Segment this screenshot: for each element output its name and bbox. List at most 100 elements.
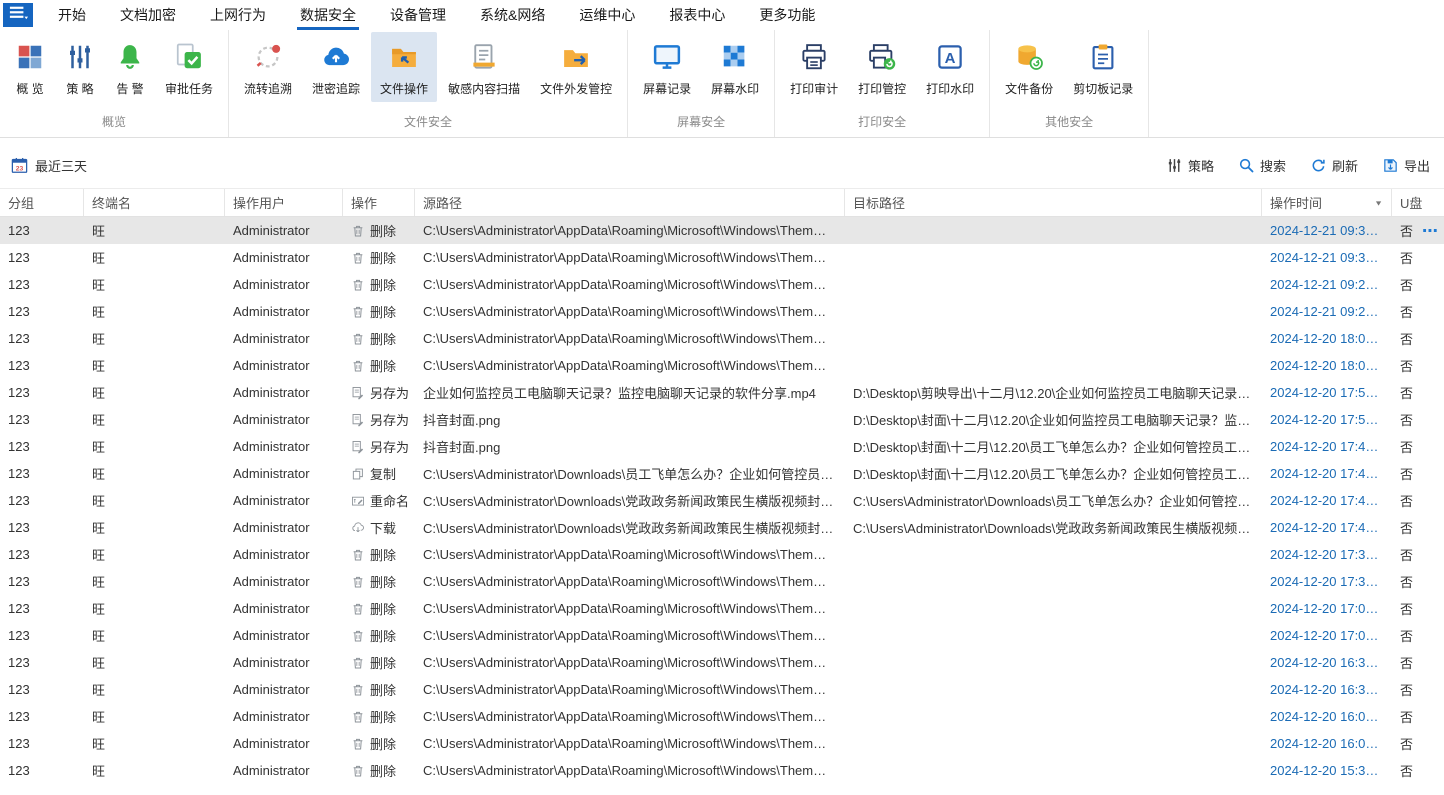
date-filter-button[interactable]: 23 最近三天 xyxy=(10,156,87,175)
ribbon-item-2-2[interactable]: 泄密追踪 xyxy=(303,32,369,102)
ribbon-item-3-1[interactable]: 屏幕记录 xyxy=(634,32,700,102)
ribbon-item-5-2[interactable]: 剪切板记录 xyxy=(1064,32,1142,102)
cell-action: 删除 xyxy=(343,626,415,645)
menu-tabs: 开始文档加密上网行为数据安全设备管理系统&网络运维中心报表中心更多功能 xyxy=(41,0,832,30)
cell-group: 123 xyxy=(0,439,84,454)
menu-tab-1[interactable]: 开始 xyxy=(41,0,103,30)
table-row[interactable]: 123旺Administrator删除C:\Users\Administrato… xyxy=(0,352,1444,379)
table-row[interactable]: 123旺Administrator删除C:\Users\Administrato… xyxy=(0,730,1444,757)
toolbar-action-3[interactable]: 刷新 xyxy=(1310,156,1358,175)
trash-icon xyxy=(351,224,365,238)
menu-tab-3[interactable]: 上网行为 xyxy=(193,0,283,30)
approval-icon xyxy=(174,41,204,73)
cell-source: C:\Users\Administrator\AppData\Roaming\M… xyxy=(415,358,845,373)
sort-desc-icon[interactable]: ▼ xyxy=(1370,199,1383,207)
column-header-source[interactable]: 源路径 xyxy=(415,189,845,216)
table-row[interactable]: 123旺Administrator另存为抖音封面.pngD:\Desktop\封… xyxy=(0,406,1444,433)
column-header-user[interactable]: 操作用户 xyxy=(225,189,343,216)
ribbon-item-1-3[interactable]: 告 警 xyxy=(106,32,154,102)
cell-group: 123 xyxy=(0,763,84,778)
column-header-terminal[interactable]: 终端名 xyxy=(84,189,225,216)
menu-tab-4[interactable]: 数据安全 xyxy=(283,0,373,30)
column-header-group[interactable]: 分组 xyxy=(0,189,84,216)
cell-user: Administrator xyxy=(225,277,343,292)
table-row[interactable]: 123旺Administrator另存为抖音封面.pngD:\Desktop\封… xyxy=(0,433,1444,460)
ribbon-item-2-3[interactable]: 文件操作 xyxy=(371,32,437,102)
cell-source: C:\Users\Administrator\AppData\Roaming\M… xyxy=(415,304,845,319)
ribbon-group-caption: 打印安全 xyxy=(780,111,984,137)
table-row[interactable]: 123旺Administrator删除C:\Users\Administrato… xyxy=(0,298,1444,325)
cell-usb: 否 xyxy=(1392,626,1444,645)
table-row[interactable]: 123旺Administrator删除C:\Users\Administrato… xyxy=(0,676,1444,703)
ribbon-item-4-3[interactable]: A打印水印 xyxy=(917,32,983,102)
cell-time: 2024-12-20 17:43:02 xyxy=(1262,493,1392,508)
app-menu-button[interactable] xyxy=(3,3,33,27)
ribbon-item-1-1[interactable]: 概 览 xyxy=(6,32,54,102)
export-icon xyxy=(1382,157,1399,174)
cell-terminal: 旺 xyxy=(84,221,225,240)
cell-terminal: 旺 xyxy=(84,275,225,294)
table-row[interactable]: 123旺Administrator删除C:\Users\Administrato… xyxy=(0,541,1444,568)
table-row[interactable]: 123旺Administrator删除C:\Users\Administrato… xyxy=(0,595,1444,622)
cell-action: 删除 xyxy=(343,734,415,753)
table-row[interactable]: 123旺Administrator删除C:\Users\Administrato… xyxy=(0,325,1444,352)
grid-icon xyxy=(15,41,45,73)
table-row[interactable]: 123旺Administrator删除C:\Users\Administrato… xyxy=(0,568,1444,595)
menu-tab-6[interactable]: 系统&网络 xyxy=(463,0,562,30)
cell-terminal: 旺 xyxy=(84,518,225,537)
cell-time: 2024-12-21 09:29:48 xyxy=(1262,304,1392,319)
cell-group: 123 xyxy=(0,655,84,670)
cell-action: 删除 xyxy=(343,356,415,375)
toolbar-action-1[interactable]: 策略 xyxy=(1166,156,1214,175)
table-row[interactable]: 123旺Administrator删除C:\Users\Administrato… xyxy=(0,244,1444,271)
menu-tab-7[interactable]: 运维中心 xyxy=(562,0,652,30)
toolbar-action-4[interactable]: 导出 xyxy=(1382,156,1430,175)
ribbon-item-4-2[interactable]: 打印管控 xyxy=(849,32,915,102)
column-header-time[interactable]: 操作时间▼ xyxy=(1262,189,1392,216)
toolbar-action-2[interactable]: 搜索 xyxy=(1238,156,1286,175)
ribbon-group-3: 屏幕记录屏幕水印屏幕安全 xyxy=(628,30,775,137)
row-more-actions-button[interactable]: ⋯ xyxy=(1422,217,1439,244)
table-row[interactable]: 123旺Administrator删除C:\Users\Administrato… xyxy=(0,271,1444,298)
menu-tab-2[interactable]: 文档加密 xyxy=(103,0,193,30)
rename-icon xyxy=(351,494,365,508)
ribbon-item-1-2[interactable]: 策 略 xyxy=(56,32,104,102)
ribbon-item-label: 概 览 xyxy=(16,80,43,97)
ribbon-item-2-1[interactable]: 流转追溯 xyxy=(235,32,301,102)
table-row[interactable]: 123旺Administrator删除C:\Users\Administrato… xyxy=(0,757,1444,784)
trash-icon xyxy=(351,305,365,319)
menu-tab-5[interactable]: 设备管理 xyxy=(373,0,463,30)
ribbon-item-3-2[interactable]: 屏幕水印 xyxy=(702,32,768,102)
table-row[interactable]: 123旺Administrator下载C:\Users\Administrato… xyxy=(0,514,1444,541)
table-row[interactable]: 123旺Administrator重命名C:\Users\Administrat… xyxy=(0,487,1444,514)
menu-tab-8[interactable]: 报表中心 xyxy=(652,0,742,30)
table-row[interactable]: 123旺Administrator删除C:\Users\Administrato… xyxy=(0,622,1444,649)
column-header-target[interactable]: 目标路径 xyxy=(845,189,1262,216)
cell-terminal: 旺 xyxy=(84,599,225,618)
table-row[interactable]: 123旺Administrator删除C:\Users\Administrato… xyxy=(0,649,1444,676)
table-row[interactable]: 123旺Administrator另存为企业如何监控员工电脑聊天记录？监控电脑聊… xyxy=(0,379,1444,406)
column-header-usb[interactable]: U盘 xyxy=(1392,189,1444,216)
menu-tab-9[interactable]: 更多功能 xyxy=(742,0,832,30)
cell-time: 2024-12-20 17:00:00 xyxy=(1262,601,1392,616)
cell-terminal: 旺 xyxy=(84,545,225,564)
toolbar-action-label: 刷新 xyxy=(1332,156,1358,175)
toolbar-action-label: 搜索 xyxy=(1260,156,1286,175)
ribbon-item-1-4[interactable]: 审批任务 xyxy=(156,32,222,102)
column-header-action[interactable]: 操作 xyxy=(343,189,415,216)
cell-usb: 否 xyxy=(1392,275,1444,294)
cell-time: 2024-12-21 09:30:00 xyxy=(1262,223,1392,238)
cell-terminal: 旺 xyxy=(84,356,225,375)
ribbon-item-4-1[interactable]: 打印审计 xyxy=(781,32,847,102)
ribbon-item-2-5[interactable]: 文件外发管控 xyxy=(531,32,621,102)
print-watermark-icon: A xyxy=(935,41,965,73)
table-row[interactable]: 123旺Administrator删除C:\Users\Administrato… xyxy=(0,217,1444,244)
ribbon-item-5-1[interactable]: 文件备份 xyxy=(996,32,1062,102)
table-row[interactable]: 123旺Administrator复制C:\Users\Administrato… xyxy=(0,460,1444,487)
cell-usb: 否 xyxy=(1392,383,1444,402)
cell-target: D:\Desktop\封面\十二月\12.20\企业如何监控员工电脑聊天记录？监… xyxy=(845,410,1262,429)
cell-source: C:\Users\Administrator\AppData\Roaming\M… xyxy=(415,250,845,265)
ribbon-item-2-4[interactable]: 敏感内容扫描 xyxy=(439,32,529,102)
cell-group: 123 xyxy=(0,547,84,562)
table-row[interactable]: 123旺Administrator删除C:\Users\Administrato… xyxy=(0,703,1444,730)
